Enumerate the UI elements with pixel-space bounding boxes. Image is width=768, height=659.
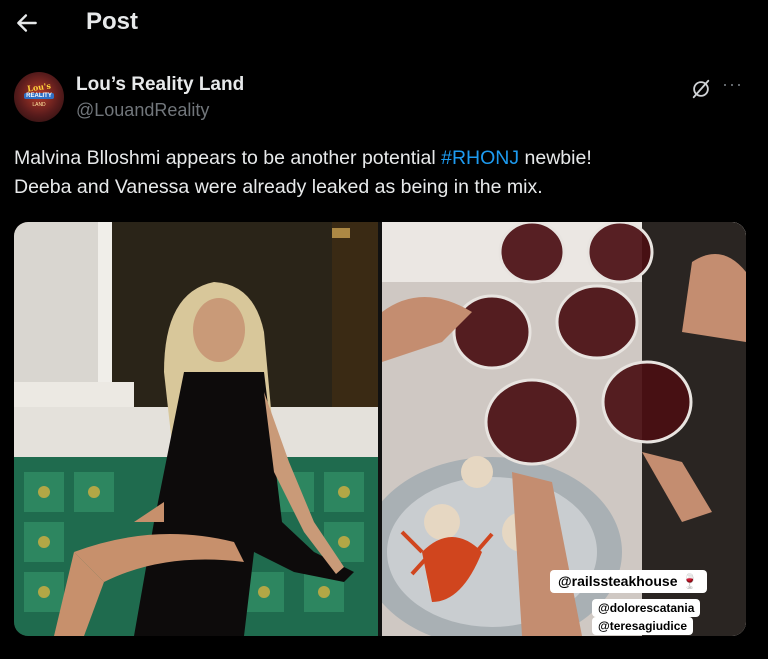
mention-tag-teresagiudice: @teresagiudice bbox=[592, 617, 694, 635]
page-title: Post bbox=[86, 8, 139, 35]
avatar-logo-text: REALITY bbox=[24, 93, 54, 99]
author-display-name[interactable]: Lou’s Reality Land bbox=[76, 74, 244, 96]
mention-tag-dolorescatania: @dolorescatania bbox=[592, 599, 701, 617]
mention-tag-railssteakhouse: @railssteakhouse 🍷 bbox=[550, 570, 707, 593]
photo-left[interactable] bbox=[14, 222, 378, 636]
photo-left-illustration bbox=[14, 222, 378, 636]
media-grid: @railssteakhouse 🍷 @dolorescatania @tere… bbox=[14, 222, 746, 636]
post-text-line: Deeba and Vanessa were already leaked as… bbox=[14, 176, 543, 198]
grok-icon[interactable] bbox=[690, 78, 712, 100]
post-text-segment: newbie! bbox=[519, 147, 592, 169]
hashtag-link[interactable]: #RHONJ bbox=[441, 147, 519, 169]
more-options-icon[interactable]: ··· bbox=[722, 74, 743, 95]
avatar[interactable]: Lou's REALITY LAND bbox=[14, 72, 64, 122]
author-handle[interactable]: @LouandReality bbox=[76, 100, 209, 121]
post-text-segment: Malvina Blloshmi appears to be another p… bbox=[14, 147, 442, 169]
avatar-logo-text: LAND bbox=[32, 102, 46, 108]
post-header: Post bbox=[0, 0, 768, 48]
post-text: Malvina Blloshmi appears to be another p… bbox=[14, 144, 754, 202]
photo-right[interactable]: @railssteakhouse 🍷 @dolorescatania @tere… bbox=[382, 222, 746, 636]
arrow-left-icon[interactable] bbox=[14, 10, 40, 36]
